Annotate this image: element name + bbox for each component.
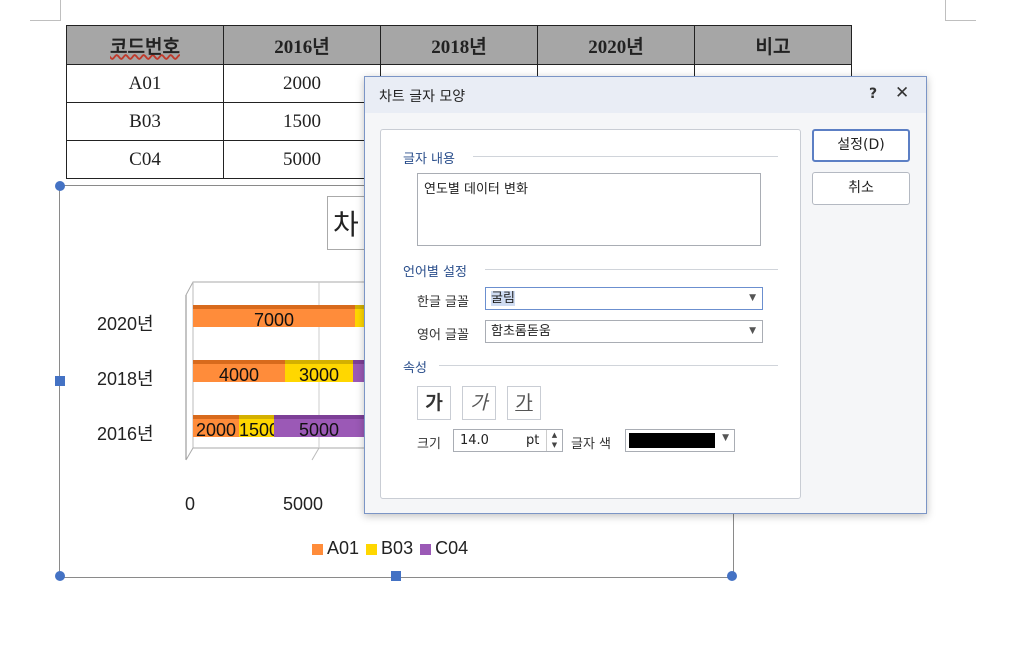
italic-button[interactable]: 가: [462, 386, 496, 420]
bar-b03-2020-partial[interactable]: [355, 305, 364, 327]
size-label: 크기: [417, 437, 441, 452]
underline-button[interactable]: 가: [507, 386, 541, 420]
section-divider: [485, 269, 778, 270]
chart-legend[interactable]: A01 B03 C04: [312, 538, 468, 559]
text-color-picker[interactable]: ▼: [625, 429, 735, 452]
cancel-button[interactable]: 취소: [812, 172, 910, 205]
chevron-down-icon: ▼: [722, 433, 729, 443]
legend-label: C04: [435, 538, 469, 558]
dialog-title: 차트 글자 모양: [379, 89, 466, 105]
hangul-font-label: 한글 글꼴: [417, 295, 469, 310]
legend-label: B03: [381, 538, 414, 558]
y-axis-wall: [185, 281, 372, 296]
dialog-titlebar[interactable]: 차트 글자 모양 ? ✕: [365, 77, 926, 113]
chart-font-dialog: 차트 글자 모양 ? ✕ 글자 내용 연도별 데이터 변화 언어별 설정 한글 …: [364, 76, 927, 514]
x-axis-floor: [185, 447, 372, 461]
section-attributes-title: 속성: [403, 361, 427, 376]
bar-b03-2018[interactable]: 3000: [285, 360, 353, 382]
category-label: 2016년: [97, 424, 154, 444]
english-font-select[interactable]: 함초롬돋움 ▼: [485, 320, 763, 343]
x-tick-label: 0: [185, 494, 196, 514]
gridline: [311, 447, 320, 461]
font-size-value: 14.0: [460, 433, 489, 448]
x-tick-label: 5000: [283, 494, 324, 514]
section-content-title: 글자 내용: [403, 152, 455, 167]
close-icon[interactable]: ✕: [895, 83, 909, 103]
english-font-value: 함초롬돋움: [491, 324, 551, 339]
color-swatch: [629, 433, 715, 448]
hangul-font-select[interactable]: 굴림 ▼: [485, 287, 763, 310]
ok-button[interactable]: 설정(D): [812, 129, 910, 162]
content-textarea[interactable]: 연도별 데이터 변화: [417, 173, 761, 246]
bar-a01-2016[interactable]: 2000: [193, 415, 239, 437]
bar-a01-2018[interactable]: 4000: [193, 360, 285, 382]
legend-swatch-b03: [366, 543, 378, 555]
legend-swatch-a01: [312, 543, 323, 555]
font-size-unit: pt: [526, 433, 540, 448]
bar-b03-2016[interactable]: 1500: [239, 415, 274, 437]
section-divider: [473, 156, 778, 157]
text-color-label: 글자 색: [571, 437, 612, 452]
category-label: 2020년: [97, 314, 154, 334]
bar-a01-2020[interactable]: 7000: [193, 305, 355, 327]
dialog-panel: 글자 내용 연도별 데이터 변화 언어별 설정 한글 글꼴 굴림 ▼ 영어 글꼴…: [380, 129, 801, 499]
help-icon[interactable]: ?: [869, 86, 877, 102]
category-label: 2018년: [97, 369, 154, 389]
chevron-down-icon: ▼: [749, 293, 756, 303]
spin-arrows-icon[interactable]: ▲ ▼: [546, 430, 562, 451]
section-divider: [439, 365, 778, 366]
bar-c04-2018-partial[interactable]: [353, 360, 364, 382]
legend-label: A01: [327, 538, 360, 558]
hangul-font-value: 굴림: [491, 291, 515, 306]
bold-button[interactable]: 가: [417, 386, 451, 420]
section-language-title: 언어별 설정: [403, 265, 467, 280]
legend-swatch-c04: [420, 543, 432, 555]
english-font-label: 영어 글꼴: [417, 328, 469, 343]
font-size-stepper[interactable]: 14.0 pt ▲ ▼: [453, 429, 563, 452]
bar-c04-2016[interactable]: 5000: [274, 415, 364, 437]
chevron-down-icon: ▼: [749, 326, 756, 336]
